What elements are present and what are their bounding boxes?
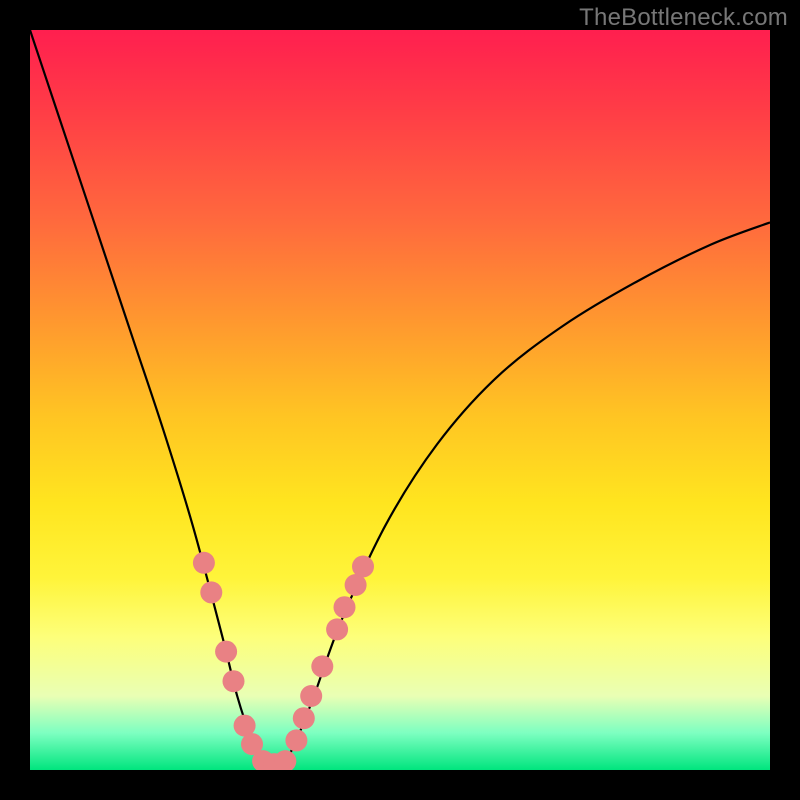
curve-marker xyxy=(352,556,374,578)
marker-group xyxy=(193,552,374,770)
curve-marker xyxy=(326,618,348,640)
curve-marker xyxy=(200,581,222,603)
chart-frame: TheBottleneck.com xyxy=(0,0,800,800)
curve-marker xyxy=(193,552,215,574)
curve-marker xyxy=(274,750,296,770)
curve-marker xyxy=(223,670,245,692)
watermark-text: TheBottleneck.com xyxy=(579,4,788,32)
curve-marker xyxy=(285,729,307,751)
curve-marker xyxy=(300,685,322,707)
bottleneck-curve-path xyxy=(30,30,770,767)
curve-marker xyxy=(215,641,237,663)
bottleneck-curve-svg xyxy=(30,30,770,770)
curve-marker xyxy=(311,655,333,677)
plot-area xyxy=(30,30,770,770)
curve-marker xyxy=(293,707,315,729)
curve-marker xyxy=(334,596,356,618)
